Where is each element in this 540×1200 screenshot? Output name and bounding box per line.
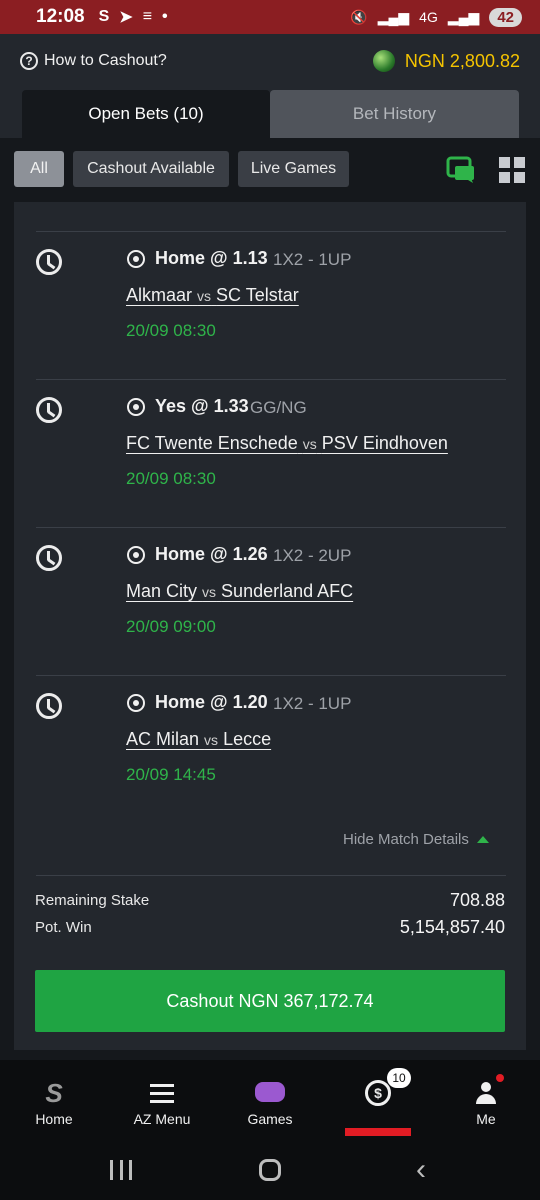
mute-icon: 🔇 [350, 8, 368, 25]
globe-icon [372, 50, 395, 72]
away-team: SC Telstar [216, 285, 299, 305]
bottom-nav: S Home AZ Menu Games $ 10 Me [0, 1060, 540, 1140]
grid-view-icon[interactable] [499, 157, 525, 183]
selection-pick: Yes @ 1.33 [155, 396, 249, 416]
home-team: FC Twente Enschede [126, 433, 298, 453]
system-nav-bar: ‹ [0, 1140, 540, 1200]
vs-label: vs [202, 584, 217, 600]
selection-market: 1X2 - 1UP [273, 250, 352, 269]
clock-icon [36, 693, 62, 719]
vs-label: vs [197, 288, 212, 304]
back-icon[interactable]: ‹ [416, 1155, 426, 1185]
home-icon[interactable] [259, 1159, 281, 1181]
divider [36, 231, 506, 232]
divider [36, 675, 506, 676]
soccer-ball-icon [127, 546, 145, 564]
away-team: Lecce [223, 729, 272, 749]
signal-icon: ▂▄▆ [377, 8, 410, 25]
signal-icon-2: ▂▄▆ [447, 8, 480, 25]
hide-match-details-label: Hide Match Details [343, 831, 469, 848]
status-bar: 12:08 S ➤ ≡ • 🔇 ▂▄▆ 4G ▂▄▆ 42 [0, 0, 540, 34]
status-time: 12:08 [36, 6, 85, 27]
selection-pick: Home @ 1.20 [155, 692, 268, 712]
selection-market: 1X2 - 1UP [273, 694, 352, 713]
telegram-icon: ➤ [119, 9, 133, 26]
menu-icon [150, 1084, 174, 1108]
pot-win-value: 5,154,857.40 [399, 917, 505, 937]
soccer-ball-icon [127, 250, 145, 268]
remaining-stake-label: Remaining Stake [35, 892, 150, 909]
away-team: PSV Eindhoven [321, 433, 448, 453]
filter-all[interactable]: All [14, 151, 64, 187]
kickoff-time: 20/09 08:30 [126, 321, 216, 340]
selection-pick: Home @ 1.13 [155, 248, 268, 268]
person-icon [475, 1082, 497, 1104]
more-notifications-dot-icon: • [162, 8, 168, 25]
selection-pick: Home @ 1.26 [155, 544, 268, 564]
open-bets-badge: 10 [387, 1068, 411, 1088]
nav-games-label: Games [247, 1111, 293, 1127]
home-team: AC Milan [126, 729, 200, 749]
away-team: Sunderland AFC [221, 581, 354, 601]
nav-me-label: Me [476, 1111, 496, 1127]
home-team: Man City [126, 581, 198, 601]
help-circle-icon: ? [20, 52, 38, 70]
hide-match-details-toggle[interactable]: Hide Match Details [343, 831, 489, 848]
nav-home[interactable]: S Home [0, 1060, 108, 1140]
vs-label: vs [302, 436, 317, 452]
bet-tabs: Open Bets (10) Bet History [0, 88, 540, 138]
divider [36, 875, 506, 876]
kickoff-time: 20/09 09:00 [126, 617, 216, 636]
soccer-ball-icon [127, 694, 145, 712]
sporty-logo-icon: S [45, 1078, 63, 1108]
pot-win-label: Pot. Win [35, 919, 92, 936]
network-type: 4G [419, 9, 438, 25]
vs-label: vs [204, 732, 219, 748]
how-to-cashout-link[interactable]: ? How to Cashout? [20, 52, 167, 70]
gamepad-icon [255, 1082, 285, 1102]
selection-match[interactable]: FC Twente Enschede vs PSV Eindhoven [126, 433, 448, 454]
tab-open-bets[interactable]: Open Bets (10) [22, 90, 270, 138]
caret-up-icon [476, 836, 489, 843]
home-team: Alkmaar [126, 285, 193, 305]
active-tab-indicator [345, 1128, 411, 1136]
cashout-button[interactable]: Cashout NGN 367,172.74 [35, 970, 505, 1032]
chat-icon[interactable] [446, 156, 476, 184]
selection-match[interactable]: Man City vs Sunderland AFC [126, 581, 353, 602]
remaining-stake-value: 708.88 [449, 890, 505, 910]
battery-level: 42 [489, 7, 522, 27]
filter-live-games[interactable]: Live Games [238, 151, 349, 187]
selection-market: 1X2 - 2UP [273, 546, 352, 565]
recents-icon[interactable] [110, 1160, 132, 1180]
selection-match[interactable]: Alkmaar vs SC Telstar [126, 285, 299, 306]
nav-az-menu[interactable]: AZ Menu [108, 1060, 216, 1140]
notification-dot-icon [496, 1074, 504, 1082]
selection-market: GG/NG [250, 398, 307, 417]
kickoff-time: 20/09 14:45 [126, 765, 216, 784]
nav-games[interactable]: Games [216, 1060, 324, 1140]
balance-amount: NGN 2,800.82 [404, 50, 520, 71]
selection-match[interactable]: AC Milan vs Lecce [126, 729, 271, 750]
balance-display[interactable]: NGN 2,800.82 [372, 50, 520, 72]
clock-icon [36, 397, 62, 423]
divider [36, 527, 506, 528]
clock-icon [36, 545, 62, 571]
divider [36, 379, 506, 380]
header: ? How to Cashout? NGN 2,800.82 [0, 34, 540, 88]
clock-icon [36, 249, 62, 275]
nav-az-menu-label: AZ Menu [133, 1111, 191, 1127]
how-to-cashout-label: How to Cashout? [44, 52, 167, 69]
cashout-icon: $ [365, 1080, 391, 1106]
app-notification-icon: ≡ [142, 8, 153, 25]
kickoff-time: 20/09 08:30 [126, 469, 216, 488]
filter-cashout-available[interactable]: Cashout Available [73, 151, 229, 187]
sporty-notification-icon: S [98, 8, 110, 25]
nav-me[interactable]: Me [432, 1060, 540, 1140]
soccer-ball-icon [127, 398, 145, 416]
tab-bet-history[interactable]: Bet History [270, 90, 519, 138]
notification-icons: S ➤ ≡ • [99, 7, 168, 27]
nav-home-label: Home [35, 1111, 73, 1127]
